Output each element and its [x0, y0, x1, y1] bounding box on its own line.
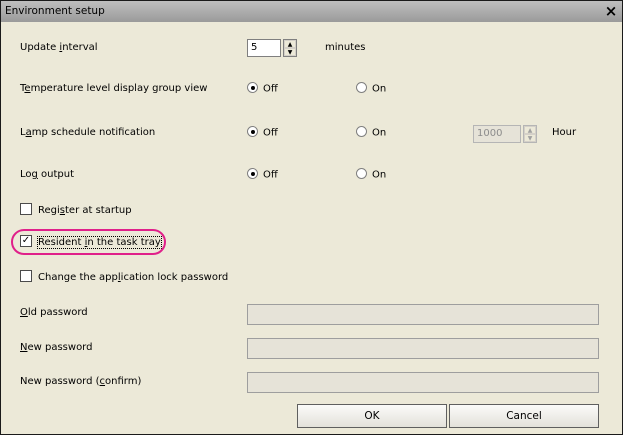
radio-selected-icon [247, 82, 258, 93]
log-output-off-radio[interactable]: Off [247, 168, 278, 181]
old-password-field[interactable] [247, 304, 599, 325]
lamp-schedule-label: Lamp schedule notification [20, 127, 156, 138]
close-icon[interactable]: × [603, 3, 619, 19]
temperature-level-off-radio[interactable]: Off [247, 82, 278, 95]
title-bar: Environment setup × [1, 1, 622, 22]
lamp-schedule-off-radio[interactable]: Off [247, 126, 278, 139]
cancel-button[interactable]: Cancel [449, 404, 599, 428]
checkbox-unchecked-icon [20, 203, 32, 215]
update-interval-spinner[interactable]: ▲ ▼ [283, 39, 297, 57]
radio-unselected-icon [356, 168, 367, 179]
new-password-field[interactable] [247, 338, 599, 359]
register-startup-checkbox[interactable]: Register at startup [20, 203, 132, 216]
environment-setup-dialog: Environment setup × Update interval 5 ▲ … [0, 0, 623, 435]
update-interval-unit: minutes [325, 42, 366, 53]
temperature-level-label: Temperature level display group view [20, 83, 208, 94]
lamp-schedule-on-radio[interactable]: On [356, 126, 386, 139]
spin-down-icon[interactable]: ▼ [284, 48, 296, 56]
ok-button[interactable]: OK [297, 404, 447, 428]
spin-down-icon[interactable]: ▼ [524, 134, 536, 142]
temperature-level-on-radio[interactable]: On [356, 82, 386, 95]
confirm-password-label: New password (confirm) [20, 376, 142, 387]
change-lock-password-checkbox[interactable]: Change the application lock password [20, 270, 228, 283]
highlight-circle [11, 229, 166, 255]
lamp-hour-input[interactable]: 1000 [473, 125, 521, 143]
lamp-hour-unit: Hour [552, 127, 577, 138]
spin-up-icon[interactable]: ▲ [524, 126, 536, 134]
new-password-label: New password [20, 342, 93, 353]
update-interval-input[interactable]: 5 [247, 39, 281, 57]
log-output-label: Log output [20, 169, 75, 180]
log-output-on-radio[interactable]: On [356, 168, 386, 181]
window-title: Environment setup [5, 5, 105, 17]
update-interval-label: Update interval [20, 42, 98, 53]
radio-selected-icon [247, 126, 258, 137]
radio-unselected-icon [356, 82, 367, 93]
radio-unselected-icon [356, 126, 367, 137]
spin-up-icon[interactable]: ▲ [284, 40, 296, 48]
old-password-label: Old password [20, 307, 88, 318]
lamp-hour-spinner[interactable]: ▲ ▼ [523, 125, 537, 143]
radio-selected-icon [247, 168, 258, 179]
confirm-password-field[interactable] [247, 372, 599, 393]
checkbox-unchecked-icon [20, 270, 32, 282]
